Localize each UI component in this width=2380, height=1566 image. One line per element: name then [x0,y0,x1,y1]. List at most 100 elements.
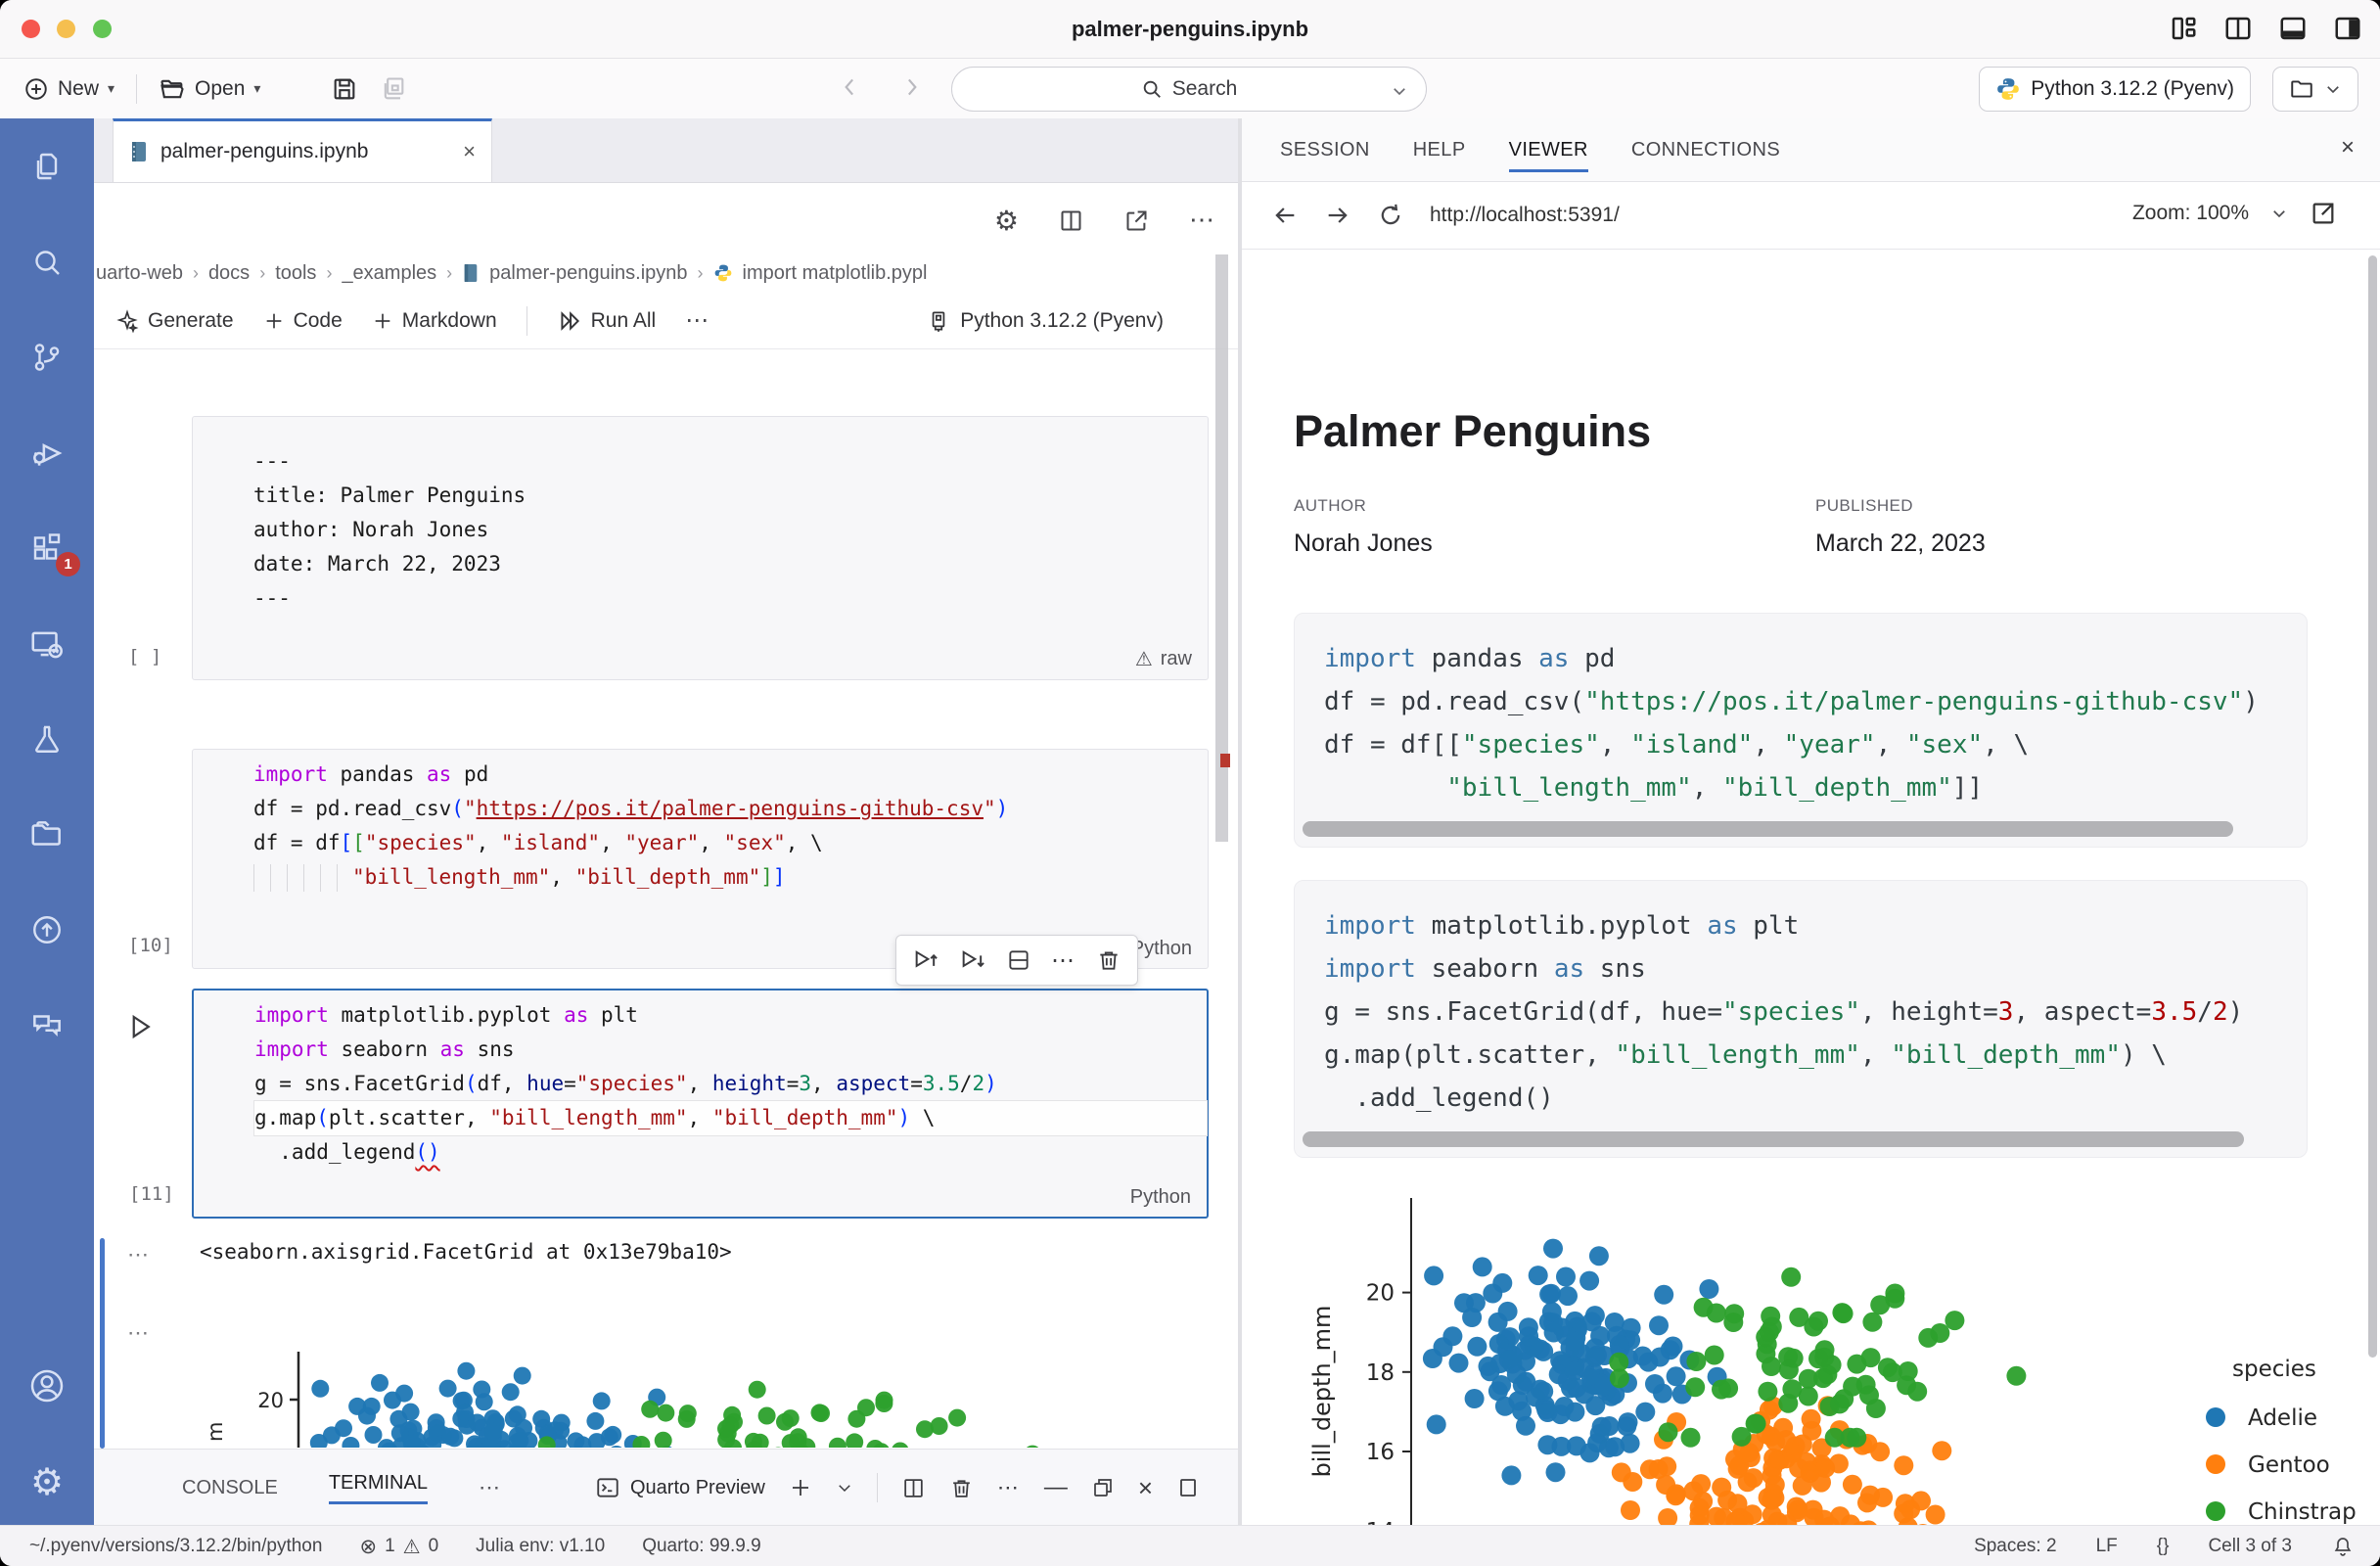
save-icon[interactable] [331,75,358,103]
tab-help[interactable]: HELP [1413,139,1466,161]
split-cell-icon[interactable] [1006,947,1031,973]
search-input[interactable]: Search [951,67,1427,112]
save-all-icon[interactable] [380,75,407,103]
reload-icon[interactable] [1377,202,1404,229]
nav-back-icon[interactable] [838,74,863,100]
customize-layout-icon[interactable] [2169,14,2198,43]
run-cell-and-below-icon[interactable] [959,946,986,974]
zoom-window-button[interactable] [93,20,112,38]
open-external-icon[interactable] [1123,205,1150,237]
minimize-window-button[interactable] [57,20,75,38]
code-line[interactable]: g.map(plt.scatter, "bill_length_mm", "bi… [1324,1034,2307,1077]
more-actions-icon[interactable]: ⋯ [1189,205,1216,237]
split-terminal-icon[interactable] [901,1476,926,1500]
open-button[interactable]: Open ▾ [159,75,260,103]
code-line[interactable]: import pandas as pd [253,758,1208,792]
code-line[interactable]: g.map(plt.scatter, "bill_length_mm", "bi… [254,1101,1207,1135]
generate-button[interactable]: Generate [115,309,234,333]
panel-more-icon[interactable]: ⋯ [997,1475,1021,1500]
viewer-scrollbar[interactable] [2368,255,2377,1358]
close-tab-icon[interactable]: × [463,139,476,164]
run-all-button[interactable]: Run All [557,308,657,334]
more-panels-icon[interactable]: ⋯ [479,1475,502,1500]
test-flask-icon[interactable] [0,705,94,773]
panel-bottom-icon[interactable] [2278,14,2308,43]
code-line[interactable]: import seaborn as sns [1324,947,2307,990]
remote-sessions-icon[interactable] [0,610,94,678]
breadcrumb-item[interactable]: docs [208,262,250,285]
close-window-button[interactable] [22,20,40,38]
tab-console[interactable]: CONSOLE [182,1477,278,1499]
breadcrumb-item[interactable]: palmer-penguins.ipynb [489,262,687,285]
new-terminal-plus-icon[interactable] [789,1476,812,1499]
code-line[interactable]: df = pd.read_csv("https://pos.it/palmer-… [1324,680,2307,723]
panel-right-icon[interactable] [2333,14,2362,43]
publish-icon[interactable] [0,896,94,964]
cell-language-label[interactable]: Python [1131,938,1192,960]
extensions-icon[interactable]: 1 [0,514,94,582]
interpreter-button[interactable]: Python 3.12.2 (Pyenv) [1979,67,2251,112]
notebook-settings-gear-icon[interactable]: ⚙ [994,205,1019,237]
add-markdown-button[interactable]: Markdown [372,309,497,333]
eol-indicator[interactable]: LF [2096,1536,2118,1557]
tab-session[interactable]: SESSION [1280,139,1370,161]
add-code-button[interactable]: Code [263,309,343,333]
julia-env[interactable]: Julia env: v1.10 [476,1536,605,1557]
more-cell-actions-icon[interactable]: ⋯ [1051,946,1076,975]
run-cells-above-icon[interactable] [912,946,939,974]
code-line[interactable]: import pandas as pd [1324,637,2307,680]
tab-palmer-penguins[interactable]: palmer-penguins.ipynb × [113,118,492,182]
delete-cell-icon[interactable] [1096,947,1121,973]
url-field[interactable]: http://localhost:5391/ [1430,204,1620,227]
code-line[interactable]: import seaborn as sns [254,1033,1207,1067]
run-debug-icon[interactable] [0,419,94,487]
code-line[interactable]: --- [253,444,1208,479]
notebook-cell-raw[interactable]: [ ] ---title: Palmer Penguinsauthor: Nor… [192,416,1209,680]
tab-terminal[interactable]: TERMINAL [329,1472,428,1504]
breadcrumb-item[interactable]: _examples [342,262,436,285]
output-collapse-icon[interactable]: ⋯ [127,1320,151,1346]
comments-icon[interactable] [0,991,94,1060]
tab-connections[interactable]: CONNECTIONS [1631,139,1780,161]
python-path[interactable]: ~/.pyenv/versions/3.12.2/bin/python [29,1536,322,1557]
code-line[interactable]: title: Palmer Penguins [253,479,1208,513]
code-line[interactable]: g = sns.FacetGrid(df, hue="species", hei… [254,1067,1207,1101]
close-pane-icon[interactable]: × [2341,134,2355,161]
code-line[interactable]: df = df[["species", "island", "year", "s… [253,826,1208,860]
new-file-button[interactable]: New ▾ [23,76,114,102]
cell-language-label[interactable]: Python [1130,1186,1191,1209]
chevron-down-icon[interactable] [2270,205,2288,222]
close-panel-icon[interactable]: × [1138,1473,1153,1503]
open-in-browser-icon[interactable] [2310,200,2337,227]
chevron-down-icon[interactable] [1391,82,1408,100]
source-control-icon[interactable] [0,323,94,392]
code-line[interactable]: date: March 22, 2023 [253,547,1208,581]
horizontal-scrollbar[interactable] [1303,821,2233,837]
horizontal-scrollbar[interactable] [1303,1131,2244,1147]
problems-indicator[interactable]: ⊗ 1 ⚠ 0 [359,1535,438,1559]
output-collapse-icon[interactable]: ⋯ [127,1242,151,1267]
kernel-button[interactable]: Python 3.12.2 (Pyenv) [926,308,1164,334]
notebook-cell-plot[interactable]: [11] ⋯ import matplotlib.pyplot as pltim… [192,989,1209,1219]
forward-icon[interactable] [1324,202,1351,229]
code-line[interactable]: "bill_length_mm", "bill_depth_mm"]] [1324,766,2307,809]
maximize-panel-icon[interactable] [1176,1476,1200,1499]
back-icon[interactable] [1271,202,1299,229]
more-cell-actions-icon[interactable]: ⋯ [685,306,710,335]
restore-panel-icon[interactable] [1091,1476,1115,1499]
files-icon[interactable] [0,132,94,201]
code-line[interactable]: --- [253,581,1208,616]
quarto-preview-button[interactable]: Quarto Preview [595,1475,765,1500]
code-line[interactable]: .add_legend() [254,1135,1207,1170]
spaces-indicator[interactable]: Spaces: 2 [1974,1536,2057,1557]
run-cell-icon[interactable] [125,1012,155,1041]
breadcrumb-item[interactable]: import matplotlib.pypl [743,262,928,285]
code-line[interactable]: .add_legend() [1324,1077,2307,1120]
kill-terminal-trash-icon[interactable] [949,1476,974,1500]
braces-indicator[interactable]: {} [2157,1536,2170,1557]
breadcrumb-item[interactable]: uarto-web [96,262,183,285]
settings-gear-icon[interactable]: ⚙ [0,1448,94,1516]
code-line[interactable]: import matplotlib.pyplot as plt [1324,904,2307,947]
folders-icon[interactable] [0,801,94,869]
code-line[interactable]: g = sns.FacetGrid(df, hue="species", hei… [1324,990,2307,1034]
